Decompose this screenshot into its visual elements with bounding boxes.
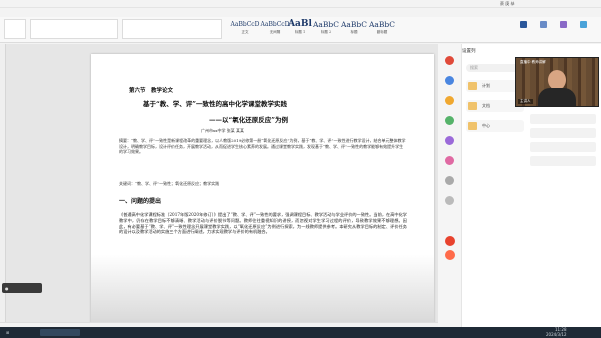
find-icon[interactable] [520,21,527,28]
video-speaker-tag: 主讲人 [518,99,533,104]
speaker-body [538,88,576,107]
side-list-row[interactable] [530,128,596,138]
section-heading: 第六节 教学论文 [129,86,173,94]
ribbon-tabs [0,8,601,17]
font-group[interactable] [30,19,118,39]
style-no-spacing[interactable]: AaBbCcD 无间隔 [258,19,292,37]
contacts-icon[interactable] [445,156,454,165]
paper-title: 基于“教、学、评”一致性的高中化学课堂教学实践 [143,98,287,108]
paper-subtitle: ——以“氧化还原反应”为例 [209,114,288,124]
style-subtitle[interactable]: AaBbC 副标题 [368,19,396,37]
style-normal[interactable]: AaBbCcD 正文 [228,19,262,37]
style-heading-1[interactable]: AaBl 标题 1 [288,19,312,37]
section-1-body: 《普通高中化学课程标准（2017年版2020年修订）》提出了“教、学、评”一致性… [119,212,407,235]
style-title[interactable]: AaBbC 标题 [340,19,368,37]
editor-icon[interactable] [560,21,567,28]
addins-icon[interactable] [580,21,587,28]
side-item[interactable]: 中心 [466,120,524,132]
video-caption: 直播中 教师讲解 [520,60,546,65]
side-list-row[interactable] [530,142,596,152]
side-list-row[interactable] [530,114,596,124]
settings-icon[interactable] [445,196,454,205]
video-call-window[interactable]: 直播中 教师讲解 主讲人 [515,57,599,107]
calendar-icon[interactable] [445,116,454,125]
side-panel-header: 设置列 [462,48,476,54]
app-icon[interactable] [445,56,454,65]
style-heading-2[interactable]: AaBbC 标题 2 [312,19,340,37]
more-icon[interactable] [445,176,454,185]
paste-button[interactable] [4,19,26,39]
folder-thumb-icon [468,122,477,130]
document-page[interactable]: 第六节 教学论文 基于“教、学、评”一致性的高中化学课堂教学实践 ——以“氧化还… [91,54,434,338]
paper-author: 广州市xx中学 张某 某某 [201,128,244,134]
taskbar: ⊞ 11:28 2024/3/12 [0,327,601,338]
record-icon: ● [5,286,9,291]
notes-icon[interactable] [445,136,454,145]
title-bar: 蔡 庚 恭 [0,0,601,8]
chat-icon[interactable] [445,76,454,85]
taskbar-app[interactable] [40,329,80,336]
floating-toolbar[interactable]: ● [2,283,42,293]
section-1-heading: 一、问题的提出 [119,196,161,205]
screen: 蔡 庚 恭 AaBbCcD 正文 AaBbCcD 无间隔 AaBl 标题 1 A… [0,0,601,338]
user-name[interactable]: 蔡 庚 恭 [500,1,515,7]
paper-abstract: 摘要：“教、学、评”一致性是新课程改革的重要理念，以人教版2019必修第一册“氧… [119,138,407,155]
paper-keywords: 关键词：“教、学、评”一致性；氧化还原反应；教学实践 [119,181,407,187]
notification-icon[interactable] [445,250,455,260]
speaker-head [548,70,566,90]
paragraph-group[interactable] [122,19,222,39]
clock[interactable]: 11:28 2024/3/12 [546,328,567,337]
start-icon[interactable]: ⊞ [6,330,9,335]
side-list-row[interactable] [530,156,596,166]
folder-thumb-icon [468,82,477,90]
folder-thumb-icon [468,102,477,110]
record-button[interactable] [445,236,455,246]
dictate-icon[interactable] [540,21,547,28]
folder-icon[interactable] [445,96,454,105]
side-panel-rail [438,44,462,327]
